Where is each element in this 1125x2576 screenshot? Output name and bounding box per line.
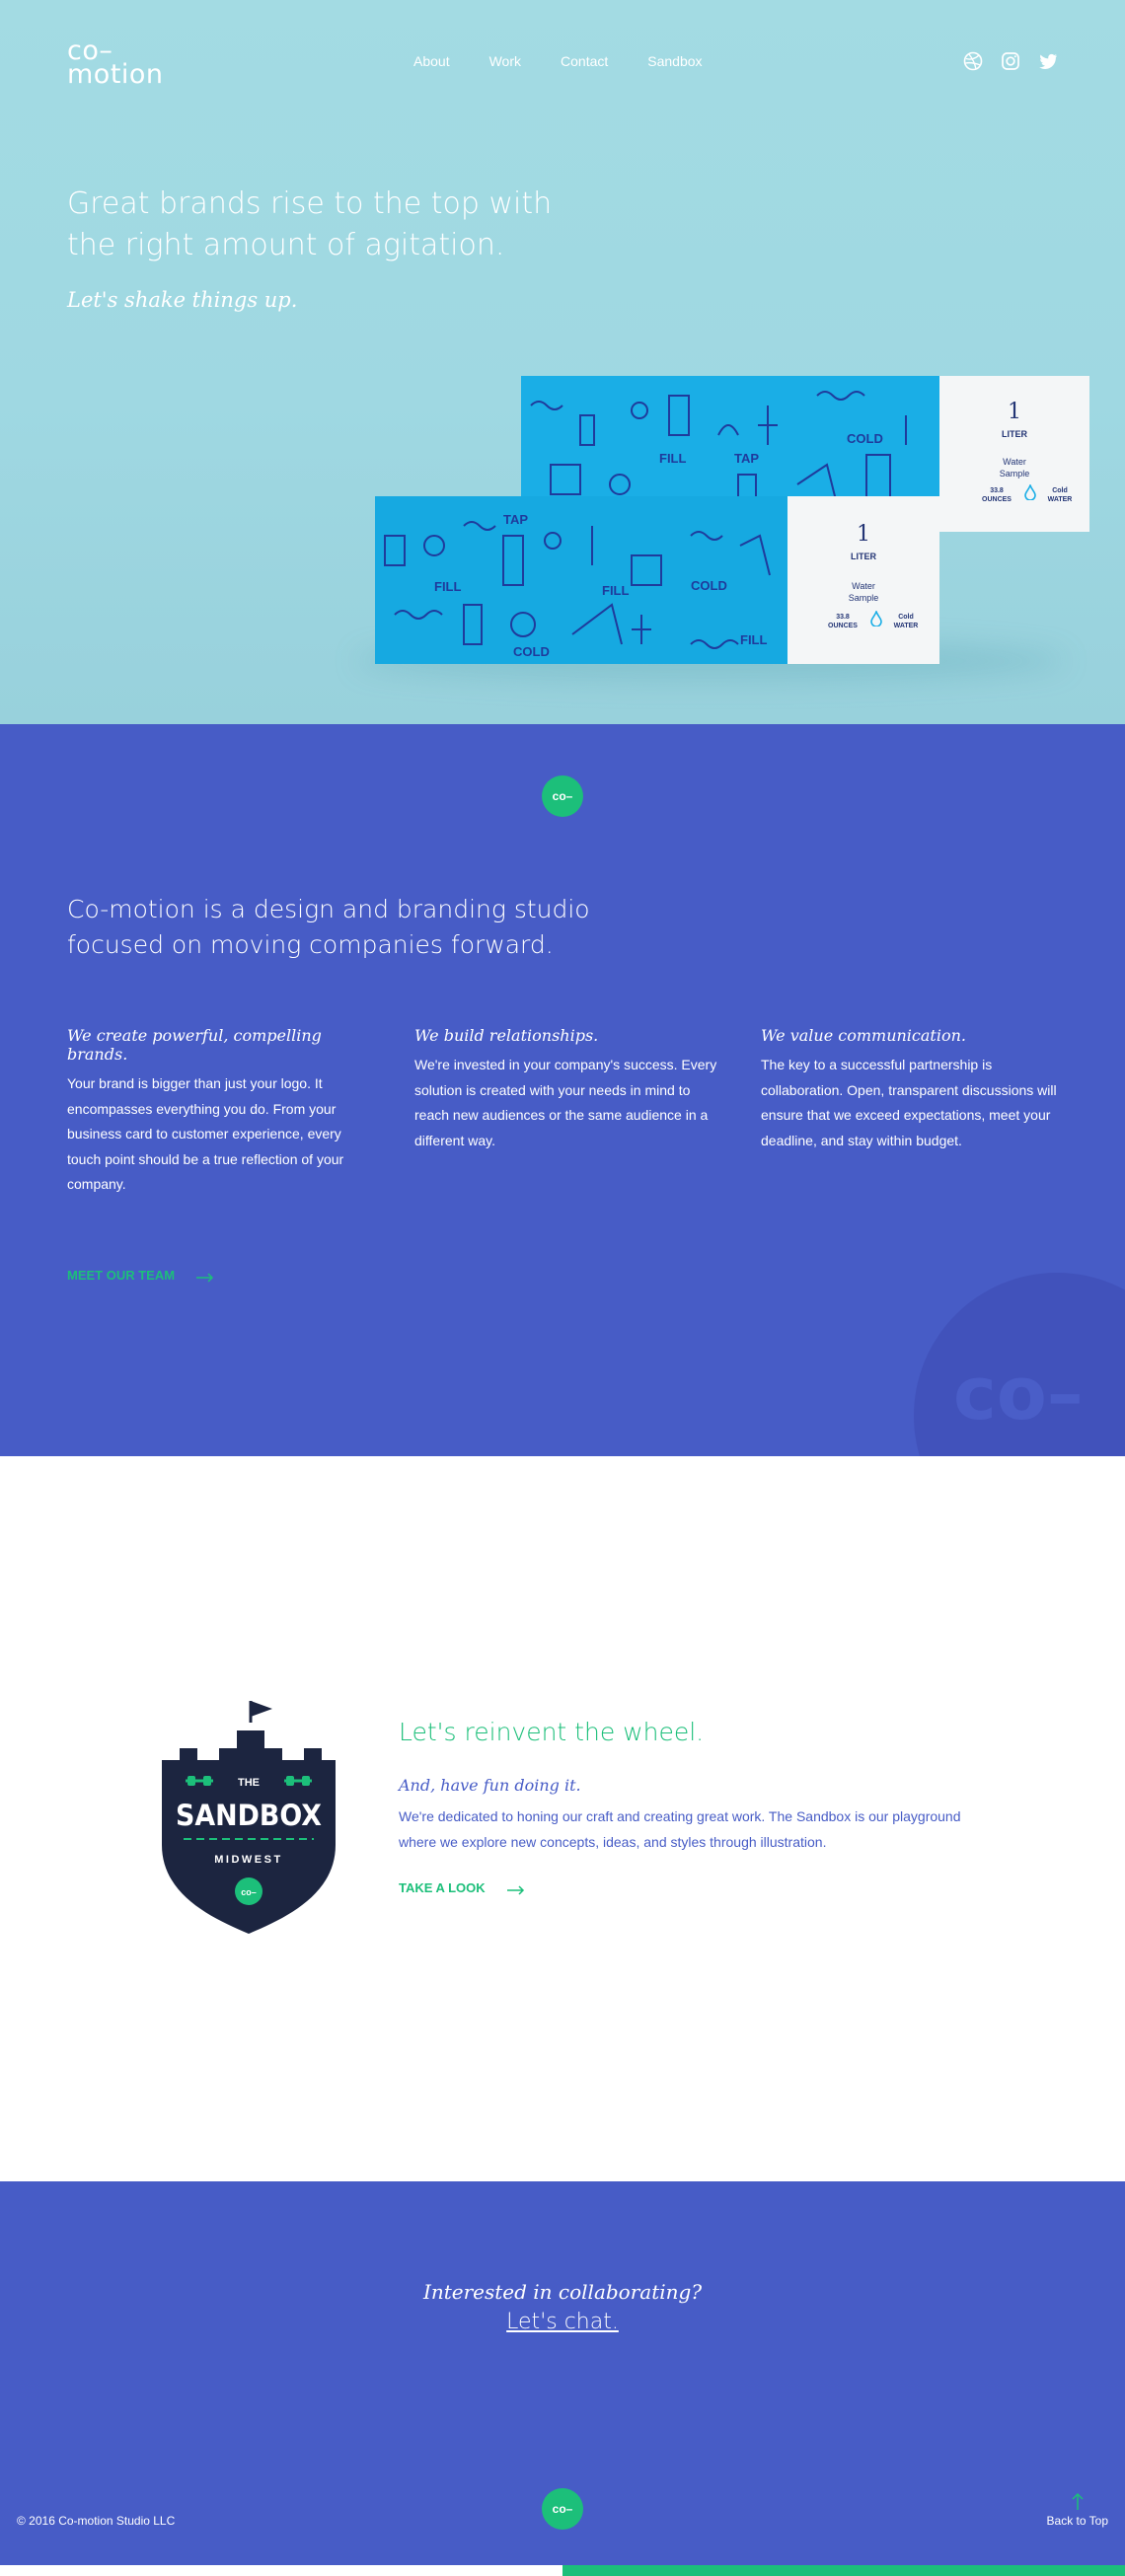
hero-title: Great brands rise to the top with the ri… [67,186,553,262]
arrow-right-icon [196,1271,214,1283]
label-ounces-unit: OUNCES [982,496,1012,503]
label-water-text: WATER [1047,496,1073,503]
nav-contact[interactable]: Contact [561,53,608,69]
about-badge: co– [542,775,583,817]
nav-about[interactable]: About [413,53,450,69]
back-to-top-label: Back to Top [1046,2514,1108,2528]
column-heading: We create powerful, compelling brands. [67,1026,322,1064]
about-section: co– co– Co-motion is a design and brandi… [0,724,1125,1456]
meet-our-team-link[interactable]: MEET OUR TEAM [67,1268,214,1283]
svg-text:FILL: FILL [740,632,767,647]
footer-badge[interactable]: co– [542,2488,583,2530]
badge-the-text: THE [238,1777,260,1789]
arrow-up-icon [1072,2492,1084,2510]
label-line2-front: Sample [848,593,879,603]
box-label-front: 1 LITER Water Sample 33.8 OUNCES Cold WA… [788,496,939,664]
badge-name-text: SANDBOX [176,1799,322,1832]
about-column-3: We value communication. The key to a suc… [761,1026,1067,1153]
dribbble-icon[interactable] [963,51,983,71]
product-box-front: FILL TAP FILL COLD COLD FILL 1 LITER Water S… [375,496,939,664]
box-label-back: 1 LITER Water Sample 33.8 OUNCES Cold WA… [939,376,1089,532]
nav-work[interactable]: Work [489,53,521,69]
back-to-top-link[interactable]: Back to Top [1047,2492,1108,2528]
badge-logo-text: co– [241,1887,257,1897]
label-cold-front: Cold WATER [888,613,924,630]
column-body: The key to a successful partnership is c… [761,1057,1057,1148]
footer-bar-left [0,2565,562,2576]
lets-chat-link[interactable]: Let's chat. [506,2310,619,2334]
label-ounces-front: 33.8 OUNCES [823,613,862,630]
water-drop-icon [1024,482,1036,505]
footer-question: Interested in collaborating? [422,2280,703,2304]
site-logo[interactable]: co– motion [67,37,164,90]
label-ounces-unit-front: OUNCES [828,623,858,629]
label-line2: Sample [999,469,1030,478]
about-column-2: We build relationships. We're invested i… [414,1026,720,1153]
sandbox-badge-logo: THE SANDBOX MIDWEST co– [162,1701,336,1934]
watermark-text: co– [953,1352,1084,1436]
label-cold: Cold WATER [1042,486,1078,504]
copyright: © 2016 Co-motion Studio LLC [17,2514,176,2528]
label-line1: Water [1003,457,1026,467]
take-a-look-link[interactable]: TAKE A LOOK [399,1880,525,1895]
nav-sandbox[interactable]: Sandbox [647,53,702,69]
sandbox-title: Let's reinvent the wheel. [399,1718,705,1746]
svg-text:FILL: FILL [602,583,629,598]
hero-subtitle: Let's shake things up. [67,288,298,312]
badge-place-text: MIDWEST [214,1854,282,1866]
footer-link-wrap: Let's chat. [0,2310,1125,2334]
svg-text:FILL: FILL [659,451,686,466]
twitter-icon[interactable] [1038,51,1058,71]
about-title: Co-motion is a design and branding studi… [67,895,590,959]
sandbox-subtitle: And, have fun doing it. [399,1776,581,1795]
about-column-1: We create powerful, compelling brands. Y… [67,1026,373,1198]
label-unit: LITER [1002,429,1027,439]
footer-bar-right [562,2565,1125,2576]
label-unit-front: LITER [851,552,876,561]
label-number-front: 1 [857,522,870,547]
social-links [963,51,1058,71]
column-heading: We build relationships. [414,1026,599,1045]
arrow-right-icon [506,1883,525,1895]
box-pattern-front: FILL TAP FILL COLD COLD FILL [375,496,788,664]
sandbox-body: We're dedicated to honing our craft and … [399,1808,961,1850]
water-drop-icon-front [870,609,882,631]
hero-section: co– motion About Work Contact Sandbox Gr… [0,0,1125,724]
sandbox-section: THE SANDBOX MIDWEST co– Let's reinvent t… [0,1456,1125,2181]
svg-text:TAP: TAP [734,451,759,466]
column-body: Your brand is bigger than just your logo… [67,1075,344,1192]
svg-text:COLD: COLD [847,431,883,446]
svg-text:COLD: COLD [513,644,550,659]
label-water-text-front: WATER [893,623,919,629]
label-line1-front: Water [852,581,875,591]
svg-text:FILL: FILL [434,579,461,594]
label-ounces-value-front: 33.8 [836,614,850,621]
take-a-look-label: TAKE A LOOK [399,1880,486,1895]
main-nav: About Work Contact Sandbox [413,53,703,69]
svg-text:TAP: TAP [503,512,528,527]
watermark-circle: co– [914,1273,1125,1456]
logo-line-2: motion [67,59,164,90]
label-ounces: 33.8 OUNCES [977,486,1016,504]
label-cold-text: Cold [1052,487,1068,494]
footer-section: Interested in collaborating? Let's chat.… [0,2181,1125,2576]
instagram-icon[interactable] [1001,51,1020,71]
meet-our-team-label: MEET OUR TEAM [67,1268,176,1283]
column-heading: We value communication. [761,1026,966,1045]
label-ounces-value: 33.8 [990,487,1004,494]
label-number: 1 [1008,400,1021,424]
water-pattern-illustration-front: FILL TAP FILL COLD COLD FILL [384,512,771,659]
label-cold-text-front: Cold [898,614,914,621]
column-body: We're invested in your company's success… [414,1057,717,1148]
svg-text:COLD: COLD [691,578,727,593]
